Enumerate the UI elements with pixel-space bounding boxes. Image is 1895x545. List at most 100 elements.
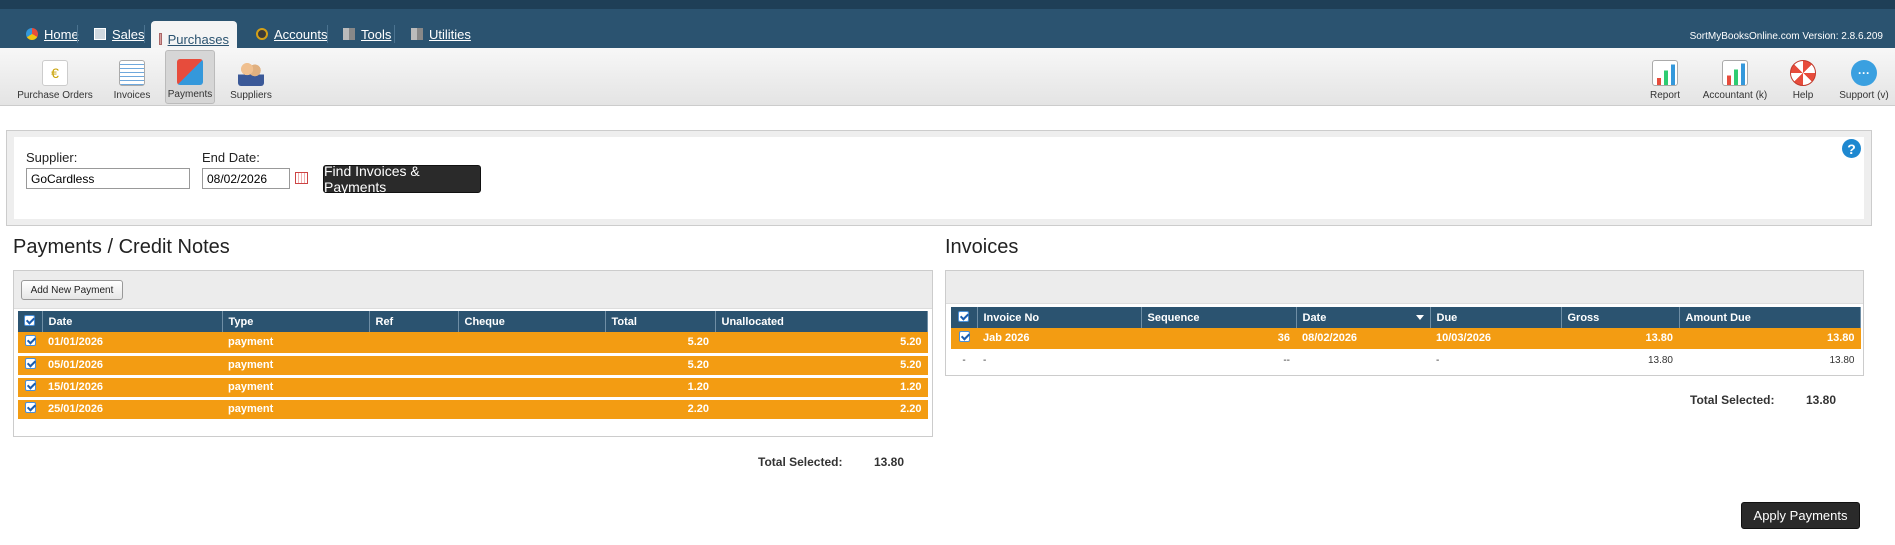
calendar-icon[interactable] <box>295 172 308 184</box>
checkbox-icon <box>24 314 36 326</box>
top-nav-bar: Home Sales Purchases Accounts Tools Util… <box>0 0 1895 57</box>
row-checkbox[interactable] <box>18 354 42 378</box>
cell-cheque <box>458 332 605 356</box>
cell-invoice-no: Jab 2026 <box>977 328 1141 352</box>
apply-payments-button[interactable]: Apply Payments <box>1741 502 1860 529</box>
tab-accounts[interactable]: Accounts <box>248 20 335 48</box>
table-row[interactable]: 25/01/2026 payment 2.20 2.20 <box>18 398 928 422</box>
toolbar-label: Help <box>1792 90 1814 101</box>
purchase-orders-icon: € <box>42 60 68 86</box>
row-checkbox[interactable] <box>18 332 42 356</box>
row-checkbox[interactable] <box>18 376 42 400</box>
table-row[interactable]: 05/01/2026 payment 5.20 5.20 <box>18 354 928 378</box>
cell-date: 05/01/2026 <box>42 354 222 378</box>
cell-gross: 13.80 <box>1561 328 1679 352</box>
purchases-icon <box>159 33 162 45</box>
row-checkbox[interactable] <box>951 328 977 352</box>
cell-total: 2.20 <box>605 398 715 422</box>
help-icon[interactable]: ? <box>1842 139 1861 158</box>
select-all-checkbox[interactable] <box>18 311 43 332</box>
invoices-grid-toolbar <box>946 271 1863 304</box>
supplier-label: Supplier: <box>26 150 78 165</box>
payments-icon <box>177 59 203 85</box>
cell-total: 5.20 <box>605 354 715 378</box>
tab-sales[interactable]: Sales <box>86 20 153 48</box>
cell-total: 1.20 <box>605 376 715 400</box>
tab-utilities[interactable]: Utilities <box>403 20 479 48</box>
summary-cell: - <box>977 350 1141 370</box>
supplier-input[interactable] <box>26 168 190 189</box>
toolbar-payments[interactable]: Payments <box>165 50 215 104</box>
col-ref[interactable]: Ref <box>369 311 459 332</box>
col-unallocated[interactable]: Unallocated <box>715 311 928 332</box>
nav-divider <box>327 25 328 43</box>
table-row[interactable]: 01/01/2026 payment 5.20 5.20 <box>18 332 928 356</box>
col-date[interactable]: Date <box>42 311 223 332</box>
cell-type: payment <box>222 332 369 356</box>
filter-panel-inner: Supplier: End Date: Find Invoices & Paym… <box>14 137 1864 219</box>
checkbox-icon <box>24 335 36 347</box>
checkbox-icon <box>958 310 970 322</box>
checkbox-icon <box>958 331 970 343</box>
cell-ref <box>369 376 458 400</box>
cell-ref <box>369 398 458 422</box>
tools-icon <box>343 28 355 40</box>
payments-heading: Payments / Credit Notes <box>13 236 230 258</box>
utilities-icon <box>411 28 423 40</box>
end-date-input[interactable] <box>202 168 290 189</box>
cell-type: payment <box>222 376 369 400</box>
invoices-grid: Invoice No Sequence Date Due Gross Amoun… <box>945 270 1864 376</box>
toolbar-suppliers[interactable]: Suppliers <box>226 50 276 104</box>
toolbar-accountant[interactable]: Accountant (k) <box>1700 50 1770 104</box>
suppliers-icon <box>238 60 264 86</box>
col-gross[interactable]: Gross <box>1561 307 1680 328</box>
col-date-label: Date <box>1302 311 1327 324</box>
col-due[interactable]: Due <box>1430 307 1562 328</box>
payments-header-row: Date Type Ref Cheque Total Unallocated <box>18 311 928 332</box>
tab-label: Purchases <box>167 31 229 47</box>
toolbar-label: Payments <box>167 89 213 100</box>
cell-ref <box>369 332 458 356</box>
tab-tools[interactable]: Tools <box>335 20 399 48</box>
col-cheque[interactable]: Cheque <box>458 311 606 332</box>
select-all-checkbox[interactable] <box>951 307 978 328</box>
col-sequence[interactable]: Sequence <box>1141 307 1297 328</box>
toolbar-report[interactable]: Report <box>1640 50 1690 104</box>
col-type[interactable]: Type <box>222 311 370 332</box>
cell-date: 01/01/2026 <box>42 332 222 356</box>
table-row[interactable]: Jab 2026 36 08/02/2026 10/03/2026 13.80 … <box>951 328 1861 352</box>
toolbar-invoices[interactable]: Invoices <box>111 50 153 104</box>
filter-panel: Supplier: End Date: Find Invoices & Paym… <box>6 130 1872 226</box>
table-row[interactable]: 15/01/2026 payment 1.20 1.20 <box>18 376 928 400</box>
invoices-header-row: Invoice No Sequence Date Due Gross Amoun… <box>951 307 1861 328</box>
col-total[interactable]: Total <box>605 311 716 332</box>
summary-cell: - <box>951 350 977 370</box>
version-text: SortMyBooksOnline.com Version: 2.8.6.209 <box>1689 31 1883 42</box>
toolbar-support[interactable]: ··· Support (v) <box>1836 50 1892 104</box>
tab-label: Tools <box>361 26 392 42</box>
cell-unallocated: 2.20 <box>715 398 928 422</box>
payments-table: Date Type Ref Cheque Total Unallocated 0… <box>18 311 928 422</box>
toolbar-help[interactable]: Help <box>1778 50 1828 104</box>
chat-bubble-icon: ··· <box>1851 60 1877 86</box>
col-date[interactable]: Date <box>1296 307 1431 328</box>
toolbar-label: Invoices <box>113 90 151 101</box>
toolbar-label: Suppliers <box>230 90 272 101</box>
payments-total-label: Total Selected: <box>758 455 843 469</box>
payments-total-value: 13.80 <box>874 455 905 469</box>
cell-cheque <box>458 376 605 400</box>
col-invoice-no[interactable]: Invoice No <box>977 307 1142 328</box>
cell-cheque <box>458 354 605 378</box>
row-checkbox[interactable] <box>18 398 42 422</box>
cell-unallocated: 5.20 <box>715 354 928 378</box>
invoices-heading: Invoices <box>945 236 1019 258</box>
cell-cheque <box>458 398 605 422</box>
invoices-total-label: Total Selected: <box>1690 393 1775 407</box>
add-new-payment-button[interactable]: Add New Payment <box>21 280 123 300</box>
toolbar-purchase-orders[interactable]: € Purchase Orders <box>14 50 96 104</box>
cell-due: 10/03/2026 <box>1430 328 1561 352</box>
summary-cell: -- <box>1141 350 1296 370</box>
find-invoices-payments-button[interactable]: Find Invoices & Payments <box>323 163 481 195</box>
col-amount-due[interactable]: Amount Due <box>1679 307 1861 328</box>
payments-grid: Add New Payment Date Type Ref Cheque Tot… <box>13 270 933 437</box>
